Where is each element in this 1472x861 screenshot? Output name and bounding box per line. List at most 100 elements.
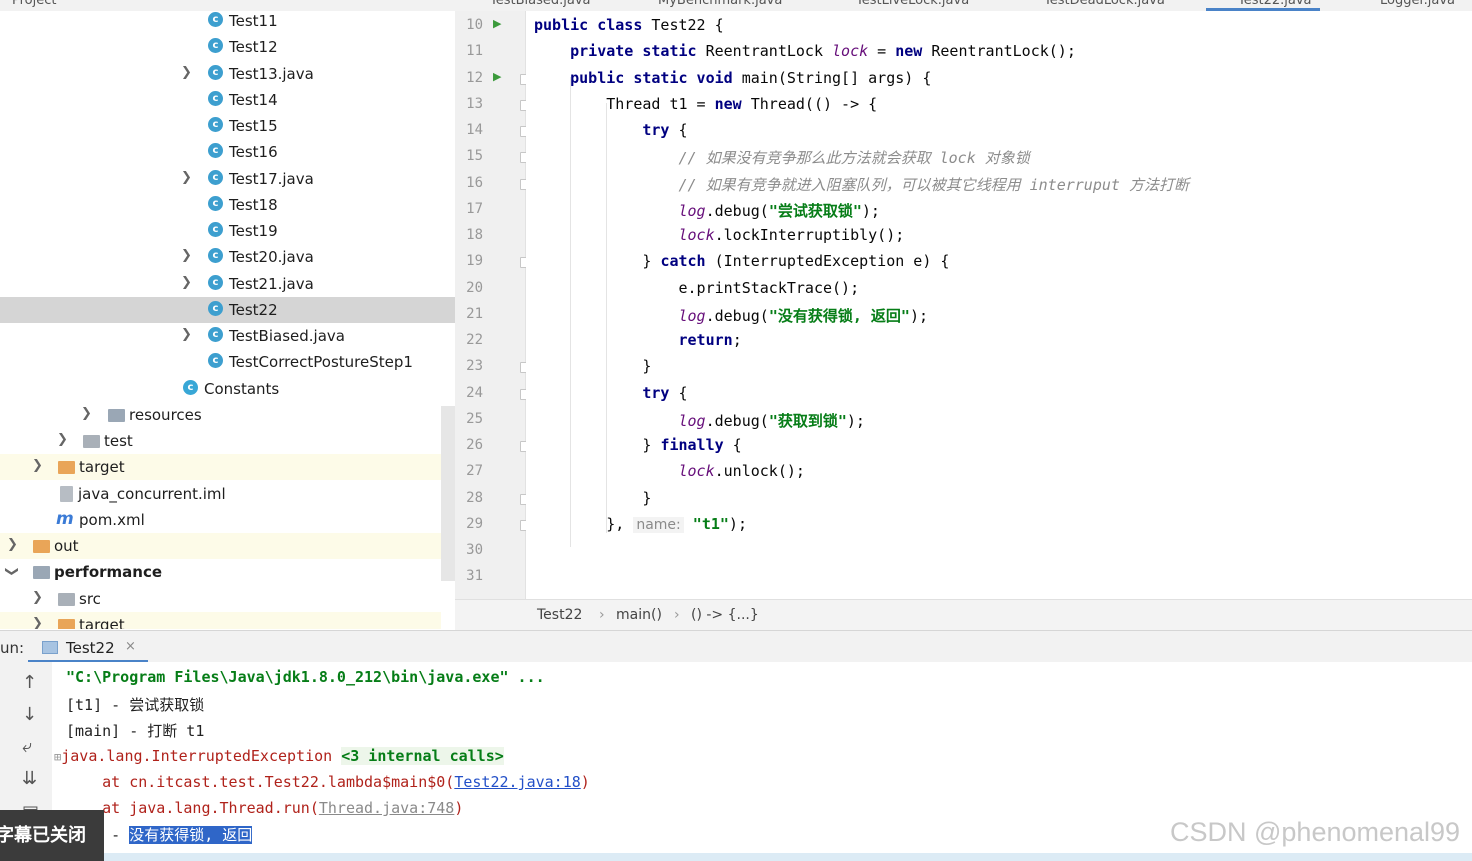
tree-item-pom-xml[interactable]: m pom.xml <box>0 507 441 533</box>
tree-item-test12[interactable]: c Test12 <box>0 34 441 60</box>
internal-calls-link[interactable]: <3 internal calls> <box>341 747 504 765</box>
stack-link-thread[interactable]: Thread.java:748 <box>319 799 454 817</box>
tree-item-src[interactable]: ❯ src <box>0 586 441 612</box>
class-icon: c <box>208 353 223 368</box>
code-line-21: log.debug("没有获得锁, 返回"); <box>678 307 929 325</box>
tree-item-test21[interactable]: ❯ c Test21.java <box>0 271 441 297</box>
chevron-right-icon[interactable]: ❯ <box>7 538 18 552</box>
console-output-line: [t1] - 尝试获取锁 <box>66 696 205 714</box>
breadcrumb-lambda[interactable]: () -> {...} <box>691 607 759 623</box>
tab-mybenchmark[interactable]: MyBenchmark.java <box>658 0 782 8</box>
chevron-right-icon[interactable]: ❯ <box>181 328 192 342</box>
line-number: 30 <box>466 542 483 558</box>
tree-scrollbar[interactable] <box>441 406 455 581</box>
editor-gutter: 10 ▶ 11 12 ▶ 13 14 15 16 17 18 19 20 21 … <box>455 11 530 599</box>
chevron-down-icon[interactable]: ❯ <box>4 566 19 577</box>
chevron-right-icon[interactable]: ❯ <box>32 617 43 630</box>
tab-testlivelock[interactable]: TestLiveLock.java <box>856 0 969 8</box>
code-line-15: // 如果没有竞争那么此方法就会获取 lock 对象锁 <box>678 149 1030 167</box>
tab-logger[interactable]: Logger.java <box>1380 0 1455 8</box>
run-main-icon[interactable]: ▶ <box>493 70 501 83</box>
line-number: 16 <box>466 175 483 191</box>
class-icon: c <box>208 38 223 53</box>
line-number: 25 <box>466 411 483 427</box>
chevron-right-icon[interactable]: ❯ <box>32 591 43 605</box>
resources-folder-icon <box>108 409 125 422</box>
line-number: 17 <box>466 201 483 217</box>
project-tree: c Test11 c Test12 ❯ c Test13.java c Test… <box>0 11 455 629</box>
tree-item-test13[interactable]: ❯ c Test13.java <box>0 61 441 87</box>
chevron-right-icon[interactable]: ❯ <box>81 407 92 421</box>
code-line-29: }, name: "t1"); <box>606 515 747 533</box>
code-line-19: } catch (InterruptedException e) { <box>642 252 950 270</box>
class-icon: c <box>208 275 223 290</box>
breadcrumb-method[interactable]: main() <box>616 607 662 623</box>
code-line-13: Thread t1 = new Thread(() -> { <box>606 95 878 113</box>
class-icon: c <box>208 248 223 263</box>
class-icon: c <box>208 65 223 80</box>
code-line-10: public class Test22 { <box>534 16 724 34</box>
folder-icon <box>58 461 75 474</box>
tree-item-test14[interactable]: c Test14 <box>0 87 441 113</box>
tree-item-resources[interactable]: ❯ resources <box>0 402 441 428</box>
tree-item-test22[interactable]: c Test22 <box>0 297 455 323</box>
line-number: 10 <box>466 17 483 33</box>
code-line-17: log.debug("尝试获取锁"); <box>678 202 880 220</box>
tab-testbiased[interactable]: TestBiased.java <box>490 0 591 8</box>
tree-item-test19[interactable]: c Test19 <box>0 218 441 244</box>
soft-wrap-icon[interactable]: ⤶ <box>22 736 32 757</box>
tree-item-target[interactable]: ❯ target <box>0 454 441 480</box>
chevron-right-icon[interactable]: ❯ <box>32 459 43 473</box>
line-number: 28 <box>466 490 483 506</box>
tree-item-testcorrectposturestep1[interactable]: c TestCorrectPostureStep1 <box>0 349 441 375</box>
tree-item-test16[interactable]: c Test16 <box>0 139 441 165</box>
scroll-to-end-icon[interactable]: ⇊ <box>22 768 37 789</box>
run-label: un: <box>0 639 25 657</box>
parameter-hint: name: <box>633 517 684 533</box>
arrow-up-icon[interactable]: ↑ <box>22 672 37 693</box>
stack-link-test22[interactable]: Test22.java:18 <box>454 773 580 791</box>
tree-item-java-concurrent-iml[interactable]: java_concurrent.iml <box>0 481 441 507</box>
chevron-right-icon[interactable]: ❯ <box>181 66 192 80</box>
code-editor[interactable]: public class Test22 { private static Ree… <box>526 11 1472 599</box>
folder-icon <box>33 540 50 553</box>
run-tab-test22[interactable]: Test22 × <box>28 631 148 663</box>
line-number: 29 <box>466 516 483 532</box>
line-number: 13 <box>466 96 483 112</box>
run-toolbar: un: Test22 × <box>0 630 1472 663</box>
tree-item-test20[interactable]: ❯ c Test20.java <box>0 244 441 270</box>
tree-item-test15[interactable]: c Test15 <box>0 113 441 139</box>
tree-item-out[interactable]: ❯ out <box>0 533 441 559</box>
chevron-right-icon[interactable]: ❯ <box>181 276 192 290</box>
tree-item-test11[interactable]: c Test11 <box>0 11 441 34</box>
project-tool-label[interactable]: Project <box>12 0 56 8</box>
tab-test22[interactable]: Test22.java <box>1238 0 1312 8</box>
chevron-right-icon[interactable]: ❯ <box>181 249 192 263</box>
tree-item-test18[interactable]: c Test18 <box>0 192 441 218</box>
selected-text: 没有获得锁, 返回 <box>129 826 253 844</box>
tree-item-test17[interactable]: ❯ c Test17.java <box>0 166 441 192</box>
chevron-right-icon[interactable]: ❯ <box>57 433 68 447</box>
console-command-line: "C:\Program Files\Java\jdk1.8.0_212\bin\… <box>66 668 545 686</box>
run-class-icon[interactable]: ▶ <box>493 17 501 30</box>
code-line-12: public static void main(String[] args) { <box>570 69 932 87</box>
tab-testdeadlock[interactable]: TestDeadLock.java <box>1044 0 1165 8</box>
tree-item-constants[interactable]: c Constants <box>0 376 441 402</box>
breadcrumb-separator-icon: › <box>674 607 680 623</box>
line-number: 19 <box>466 253 483 269</box>
tree-item-performance[interactable]: ❯ performance <box>0 559 441 585</box>
tree-item-test[interactable]: ❯ test <box>0 428 441 454</box>
breadcrumb-class[interactable]: Test22 <box>537 607 582 623</box>
close-icon[interactable]: × <box>125 639 136 654</box>
code-line-25: log.debug("获取到锁"); <box>678 412 865 430</box>
tree-item-testbiased[interactable]: ❯ c TestBiased.java <box>0 323 441 349</box>
code-line-23: } <box>642 357 652 375</box>
chevron-right-icon[interactable]: ❯ <box>181 171 192 185</box>
tree-item-target-2[interactable]: ❯ target <box>0 612 441 629</box>
bottom-decoration <box>104 853 1472 861</box>
arrow-down-icon[interactable]: ↓ <box>22 704 37 725</box>
class-icon: c <box>208 170 223 185</box>
console-stack-line: at java.lang.Thread.run(Thread.java:748) <box>66 799 464 817</box>
console-exception-line: ⊞java.lang.InterruptedException <3 inter… <box>54 747 504 765</box>
line-number: 23 <box>466 358 483 374</box>
